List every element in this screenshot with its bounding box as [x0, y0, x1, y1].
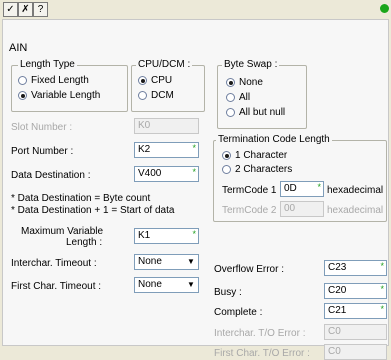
max-variable-length-label-2: Length :	[66, 237, 103, 248]
first-char-to-error-label: First Char. T/O Error :	[214, 348, 310, 359]
data-destination-label: Data Destination :	[11, 170, 91, 181]
required-marker: *	[380, 261, 384, 271]
interchar-timeout-label: Interchar. Timeout :	[11, 258, 97, 269]
required-marker: *	[192, 167, 196, 177]
slot-number-label: Slot Number :	[11, 122, 73, 133]
radio-selected-icon	[18, 91, 27, 100]
length-type-fixed-radio[interactable]: Fixed Length	[18, 75, 89, 86]
interchar-timeout-select[interactable]: None ▼	[134, 254, 199, 270]
radio-circle-icon	[226, 93, 235, 102]
section-title: AIN	[9, 42, 28, 54]
complete-input[interactable]: C21 *	[324, 303, 387, 319]
first-char-timeout-label: First Char. Timeout :	[11, 281, 102, 292]
chevron-down-icon[interactable]: ▼	[184, 278, 198, 292]
max-variable-length-input[interactable]: K1 *	[134, 228, 199, 244]
note-byte-count: * Data Destination = Byte count	[11, 193, 151, 204]
radio-circle-icon	[18, 76, 27, 85]
help-icon: ?	[37, 3, 44, 15]
cancel-icon: ✗	[21, 3, 30, 15]
required-marker: *	[317, 182, 321, 192]
termcode2-unit: hexadecimal	[327, 205, 384, 216]
check-icon: ✓	[6, 3, 15, 15]
radio-selected-icon	[138, 76, 147, 85]
overflow-error-input[interactable]: C23 *	[324, 260, 387, 276]
data-destination-input[interactable]: V400 *	[134, 166, 199, 182]
max-variable-length-label: Maximum Variable	[21, 226, 104, 237]
overflow-error-label: Overflow Error :	[214, 264, 285, 275]
port-number-label: Port Number :	[11, 146, 74, 157]
radio-circle-icon	[226, 108, 235, 117]
slot-number-input: K0	[134, 118, 199, 134]
cancel-button[interactable]: ✗	[18, 2, 33, 17]
ain-panel: AIN Length Type Fixed Length Variable Le…	[2, 19, 389, 360]
radio-selected-icon	[222, 151, 231, 160]
termcode1-label: TermCode 1 :	[222, 185, 283, 196]
termination-code-group: Termination Code Length 1 Character 2 Ch…	[213, 134, 387, 222]
length-type-variable-radio[interactable]: Variable Length	[18, 90, 100, 101]
cpu-dcm-title: CPU/DCM :	[136, 59, 193, 70]
radio-selected-icon	[226, 78, 235, 87]
required-marker: *	[192, 229, 196, 239]
radio-circle-icon	[138, 91, 147, 100]
first-char-to-error-input: C0	[324, 344, 387, 360]
termcode1-input[interactable]: 0D *	[280, 181, 324, 197]
termcode2-label: TermCode 2 :	[222, 205, 283, 216]
port-number-input[interactable]: K2 *	[134, 142, 199, 158]
termination-two-char-radio[interactable]: 2 Characters	[222, 164, 292, 175]
status-indicator	[380, 4, 389, 13]
interchar-to-error-input: C0	[324, 324, 387, 340]
termcode2-input: 00	[280, 201, 324, 217]
byte-swap-all-but-null-radio[interactable]: All but null	[226, 107, 285, 118]
ok-button[interactable]: ✓	[3, 2, 18, 17]
required-marker: *	[380, 284, 384, 294]
byte-swap-group: Byte Swap : None All All but null	[217, 59, 307, 129]
required-marker: *	[380, 304, 384, 314]
busy-label: Busy :	[214, 287, 242, 298]
length-type-group: Length Type Fixed Length Variable Length	[11, 59, 128, 112]
byte-swap-title: Byte Swap :	[222, 59, 280, 70]
radio-circle-icon	[222, 165, 231, 174]
toolbar: ✓ ✗ ?	[0, 0, 391, 17]
termination-title: Termination Code Length	[216, 134, 332, 145]
length-type-title: Length Type	[18, 59, 77, 70]
cpu-radio[interactable]: CPU	[138, 75, 172, 86]
required-marker: *	[192, 143, 196, 153]
dcm-radio[interactable]: DCM	[138, 90, 174, 101]
note-start-of-data: * Data Destination + 1 = Start of data	[11, 205, 175, 216]
byte-swap-all-radio[interactable]: All	[226, 92, 250, 103]
termination-one-char-radio[interactable]: 1 Character	[222, 150, 287, 161]
interchar-to-error-label: Interchar. T/O Error :	[214, 328, 306, 339]
first-char-timeout-select[interactable]: None ▼	[134, 277, 199, 293]
busy-input[interactable]: C20 *	[324, 283, 387, 299]
help-button[interactable]: ?	[33, 2, 48, 17]
cpu-dcm-group: CPU/DCM : CPU DCM	[131, 59, 205, 112]
chevron-down-icon[interactable]: ▼	[184, 255, 198, 269]
byte-swap-none-radio[interactable]: None	[226, 77, 263, 88]
complete-label: Complete :	[214, 307, 263, 318]
termcode1-unit: hexadecimal	[327, 185, 384, 196]
